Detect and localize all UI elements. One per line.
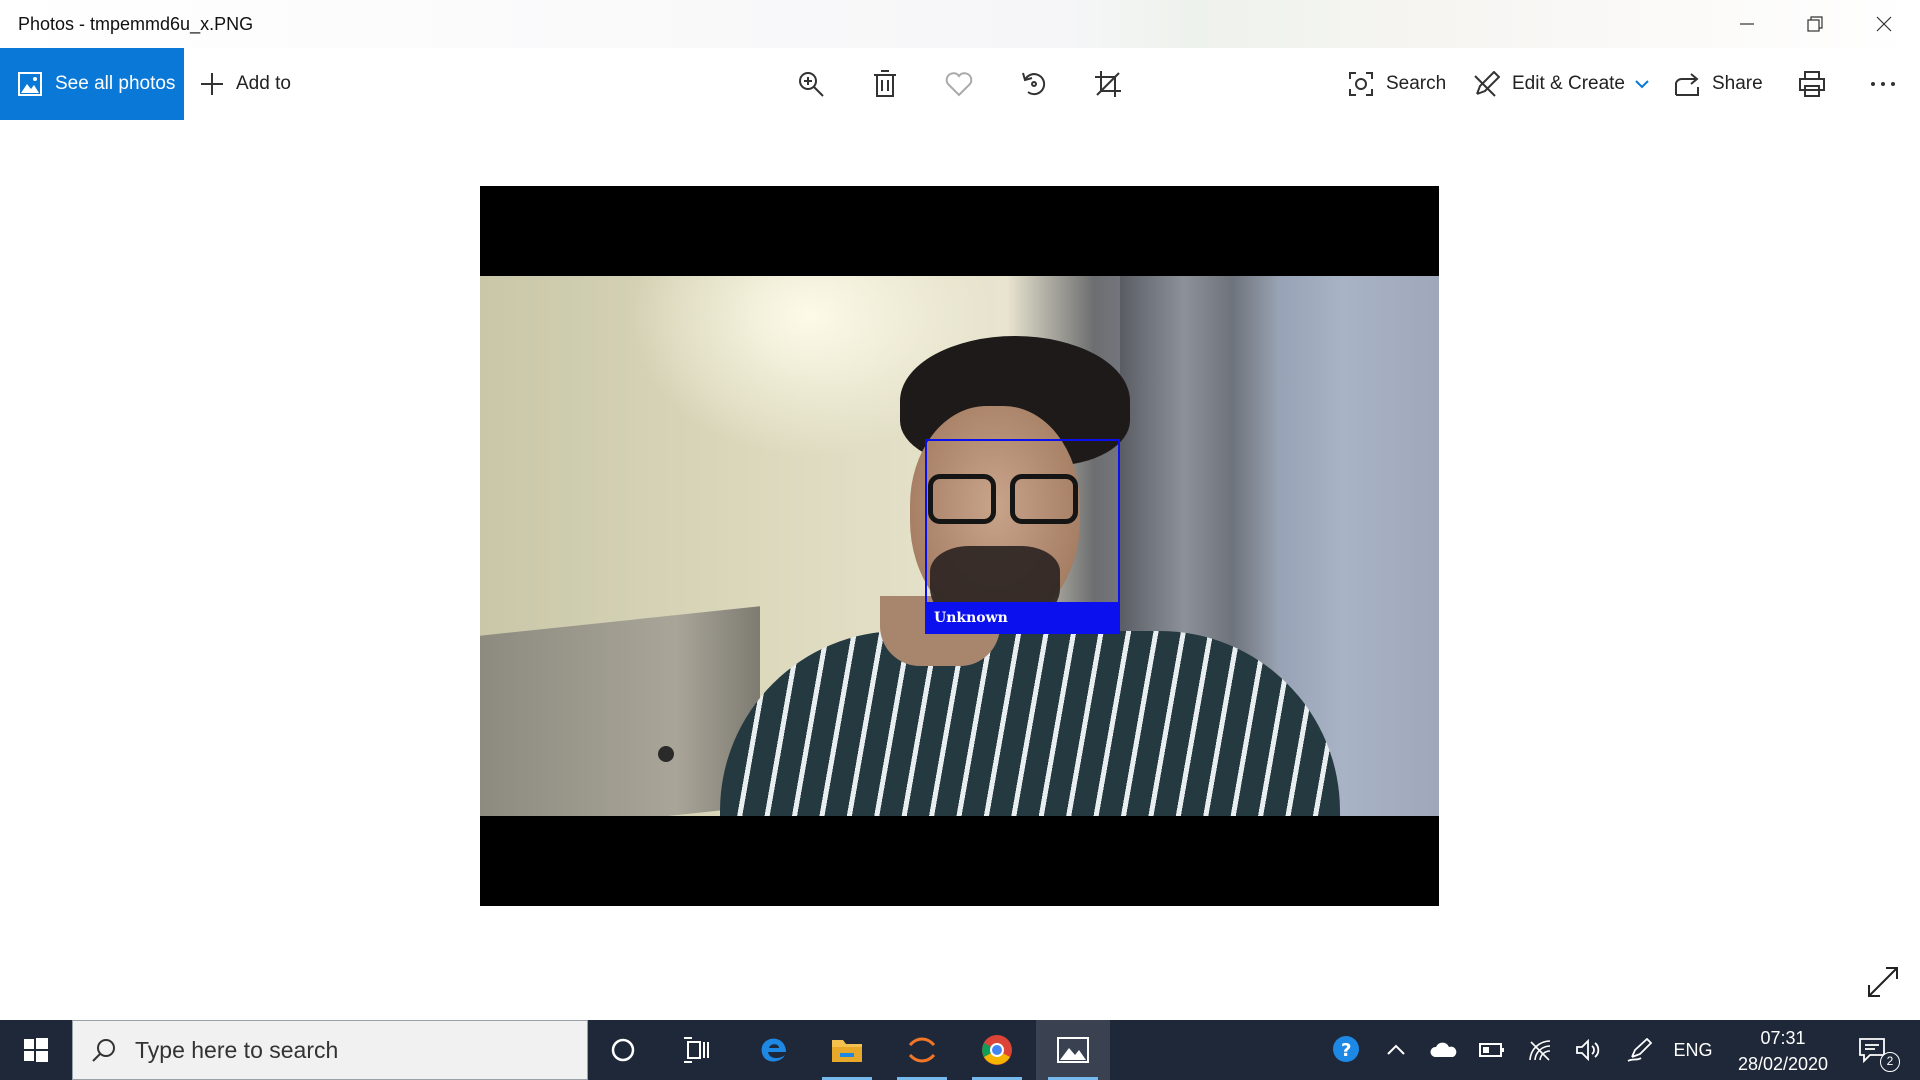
task-view-button[interactable] (660, 1020, 734, 1080)
task-view-icon (684, 1037, 709, 1063)
battery-icon (1479, 1043, 1504, 1057)
delete-button[interactable] (860, 48, 910, 120)
clock[interactable]: 07:31 28/02/2020 (1728, 1025, 1838, 1077)
language-label: ENG (1673, 1039, 1713, 1060)
zoom-button[interactable] (786, 48, 836, 120)
folder-icon (832, 1040, 862, 1062)
jupyter-icon (908, 1037, 936, 1063)
edit-create-label: Edit & Create (1512, 73, 1625, 94)
crop-button[interactable] (1083, 48, 1133, 120)
cabinet-lock (658, 746, 674, 762)
start-button[interactable] (0, 1020, 72, 1080)
notification-count-badge: 2 (1880, 1052, 1900, 1072)
pen-icon (1627, 1038, 1653, 1062)
crop-icon (1095, 71, 1121, 97)
ellipsis-icon (1871, 82, 1895, 86)
volume-tray-button[interactable] (1568, 1020, 1608, 1080)
battery-tray-button[interactable] (1472, 1020, 1512, 1080)
print-icon (1799, 71, 1825, 97)
taskbar-search-placeholder: Type here to search (135, 1036, 339, 1063)
taskbar: Type here to search ? ENG 07:31 28/02/20… (0, 1020, 1920, 1080)
window-title: Photos - tmpemmd6u_x.PNG (18, 14, 254, 34)
face-detection-label: Unknown (925, 602, 1120, 634)
close-icon (1876, 16, 1892, 32)
see-all-photos-button[interactable]: See all photos (0, 48, 184, 120)
search-label: Search (1386, 73, 1447, 94)
photos-app-icon (1057, 1037, 1089, 1063)
edge-icon (761, 1038, 786, 1062)
add-to-button[interactable]: Add to (200, 48, 291, 120)
photos-app-button[interactable] (1036, 1020, 1110, 1080)
see-all-photos-label: See all photos (55, 73, 176, 94)
cortana-button[interactable] (586, 1020, 660, 1080)
show-hidden-icons-button[interactable] (1378, 1020, 1414, 1080)
search-button[interactable]: Search (1348, 48, 1446, 120)
clock-time: 07:31 (1760, 1028, 1806, 1048)
network-tray-button[interactable] (1520, 1020, 1560, 1080)
svg-text:?: ? (1341, 1040, 1351, 1061)
photo-person-shirt (720, 631, 1340, 816)
chevron-up-icon (1387, 1044, 1405, 1055)
file-explorer-button[interactable] (810, 1020, 884, 1080)
heart-icon (945, 72, 973, 97)
share-icon (1675, 73, 1699, 96)
windows-logo-icon (24, 1038, 48, 1062)
cloud-icon (1430, 1042, 1457, 1057)
clock-date: 28/02/2020 (1737, 1054, 1829, 1074)
photo-image: Unknown (480, 276, 1439, 816)
trash-icon (874, 70, 896, 97)
add-to-label: Add to (236, 73, 291, 94)
speaker-icon (1576, 1039, 1600, 1061)
photo-cabinet (480, 606, 760, 816)
chrome-icon (982, 1035, 1012, 1065)
share-button[interactable]: Share (1674, 48, 1763, 120)
edge-app-button[interactable] (737, 1020, 811, 1080)
chrome-app-button[interactable] (960, 1020, 1034, 1080)
minimize-icon (1740, 23, 1754, 25)
share-label: Share (1712, 73, 1763, 94)
rotate-button[interactable] (1009, 48, 1059, 120)
restore-icon (1807, 16, 1823, 32)
language-indicator[interactable]: ENG (1668, 1020, 1718, 1080)
visual-search-icon (1349, 72, 1373, 96)
more-options-button[interactable] (1858, 48, 1908, 120)
onedrive-tray-button[interactable] (1424, 1020, 1464, 1080)
plus-icon (201, 73, 223, 95)
favorite-button[interactable] (934, 48, 984, 120)
help-icon: ? (1333, 1036, 1359, 1062)
print-button[interactable] (1787, 48, 1837, 120)
edit-icon (1474, 71, 1500, 97)
minimize-button[interactable] (1713, 0, 1781, 48)
cortana-icon (611, 1038, 635, 1062)
expand-icon (1868, 967, 1898, 997)
full-screen-button[interactable] (1866, 965, 1906, 1005)
wifi-icon (1529, 1040, 1551, 1061)
pen-tray-button[interactable] (1620, 1020, 1660, 1080)
taskbar-search-box[interactable]: Type here to search (72, 1020, 588, 1080)
edit-create-button[interactable]: Edit & Create (1474, 48, 1649, 120)
close-button[interactable] (1850, 0, 1918, 48)
jupyter-app-button[interactable] (885, 1020, 959, 1080)
rotate-icon (1022, 72, 1046, 96)
chevron-down-icon (1635, 80, 1649, 89)
help-tray-button[interactable]: ? (1326, 1020, 1368, 1080)
toolbar: See all photos Add to Search Edit & Crea… (0, 48, 1920, 120)
title-bar: Photos - tmpemmd6u_x.PNG (0, 0, 1920, 48)
zoom-in-icon (799, 72, 824, 97)
search-icon (92, 1039, 115, 1062)
photo-icon (18, 72, 42, 96)
photo-viewer[interactable]: Unknown (480, 186, 1439, 906)
restore-button[interactable] (1781, 0, 1849, 48)
